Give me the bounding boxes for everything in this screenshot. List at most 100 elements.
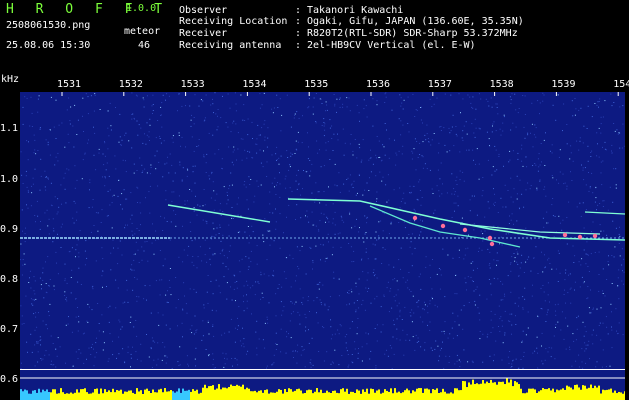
signal-bar xyxy=(612,392,614,400)
spectrogram-plot[interactable] xyxy=(20,92,625,370)
signal-bar xyxy=(394,388,396,400)
signal-bar xyxy=(318,392,320,400)
meteor-echo-spot xyxy=(440,223,446,229)
signal-bar xyxy=(292,391,294,400)
signal-bar xyxy=(222,387,224,400)
signal-bar xyxy=(296,389,298,400)
signal-bar xyxy=(62,392,64,400)
signal-bar xyxy=(182,388,184,400)
signal-bar xyxy=(532,388,534,400)
signal-bar xyxy=(488,382,490,400)
signal-bar xyxy=(150,392,152,400)
signal-bar xyxy=(460,390,462,400)
signal-bar xyxy=(168,391,170,400)
signal-bar xyxy=(618,391,620,400)
signal-bar xyxy=(282,393,284,400)
signal-bar xyxy=(160,388,162,400)
x-tick-label: 1534 xyxy=(242,79,267,90)
signal-bar xyxy=(514,381,516,400)
signal-bar xyxy=(564,389,566,400)
signal-bar xyxy=(216,388,218,400)
signal-bar xyxy=(116,389,118,400)
signal-bar xyxy=(254,390,256,400)
signal-bar xyxy=(388,391,390,400)
signal-bar xyxy=(40,392,42,400)
signal-bar xyxy=(272,392,274,400)
signal-bar xyxy=(524,393,526,400)
signal-bar xyxy=(144,389,146,400)
signal-bar xyxy=(418,388,420,400)
signal-bar xyxy=(392,393,394,400)
signal-bar xyxy=(130,390,132,400)
observer-key: Observer xyxy=(179,5,228,16)
signal-bar xyxy=(268,393,270,400)
signal-bar xyxy=(270,392,272,400)
signal-bar xyxy=(264,390,266,400)
signal-bar xyxy=(484,383,486,400)
signal-bar xyxy=(512,386,514,400)
signal-bar xyxy=(376,390,378,400)
signal-bar xyxy=(258,390,260,400)
signal-bar xyxy=(606,389,608,400)
signal-bar xyxy=(442,388,444,400)
signal-bar xyxy=(530,388,532,400)
signal-bar xyxy=(508,382,510,400)
signal-bar xyxy=(42,389,44,400)
signal-bar xyxy=(552,388,554,400)
signal-bar xyxy=(48,392,50,400)
signal-bar xyxy=(326,390,328,400)
counter-label: meteor xyxy=(124,26,161,37)
y-tick-label: 0.8 xyxy=(0,274,19,285)
signal-bar xyxy=(504,384,506,400)
signal-bar xyxy=(624,391,625,400)
signal-bar xyxy=(72,393,74,400)
signal-bar xyxy=(436,388,438,400)
signal-bar xyxy=(250,391,252,400)
signal-bar xyxy=(398,391,400,400)
signal-bar xyxy=(332,390,334,400)
signal-strip xyxy=(20,370,625,400)
receiver-key: Receiver xyxy=(179,28,228,39)
signal-bar xyxy=(236,384,238,400)
signal-bar xyxy=(600,393,602,400)
signal-bar xyxy=(208,386,210,400)
signal-bar xyxy=(92,392,94,400)
signal-bar xyxy=(480,383,482,400)
signal-bar xyxy=(382,392,384,400)
y-axis-unit: kHz xyxy=(1,74,20,85)
signal-bar xyxy=(568,386,570,400)
signal-bar xyxy=(356,389,358,400)
signal-bar xyxy=(138,391,140,400)
signal-bar xyxy=(44,391,46,400)
signal-bar xyxy=(522,393,524,400)
signal-bar xyxy=(402,392,404,400)
signal-bar xyxy=(348,393,350,400)
signal-bar xyxy=(194,390,196,400)
signal-bar xyxy=(22,391,24,400)
signal-bar xyxy=(202,387,204,400)
signal-bar xyxy=(458,390,460,400)
signal-bar xyxy=(214,389,216,400)
signal-bar xyxy=(540,390,542,400)
signal-bar xyxy=(416,388,418,400)
x-tick-label: 1532 xyxy=(118,79,143,90)
x-tick-label: 1540 xyxy=(613,79,629,90)
signal-bar xyxy=(298,388,300,400)
signal-bar xyxy=(414,391,416,400)
signal-bar xyxy=(554,392,556,400)
signal-bar xyxy=(386,390,388,400)
signal-bar xyxy=(64,393,66,400)
signal-bar xyxy=(210,385,212,400)
signal-bar xyxy=(106,391,108,400)
app-version: 1.0.0 xyxy=(126,3,157,14)
signal-bar xyxy=(90,393,92,400)
signal-bar xyxy=(604,390,606,400)
signal-bar xyxy=(180,392,182,400)
signal-bar xyxy=(622,393,624,400)
signal-bar xyxy=(334,390,336,400)
signal-bar xyxy=(20,389,22,400)
y-tick-label: 1.0 xyxy=(0,174,19,185)
x-tick-label: 1535 xyxy=(304,79,329,90)
signal-bar xyxy=(432,389,434,400)
signal-bar xyxy=(80,389,82,400)
